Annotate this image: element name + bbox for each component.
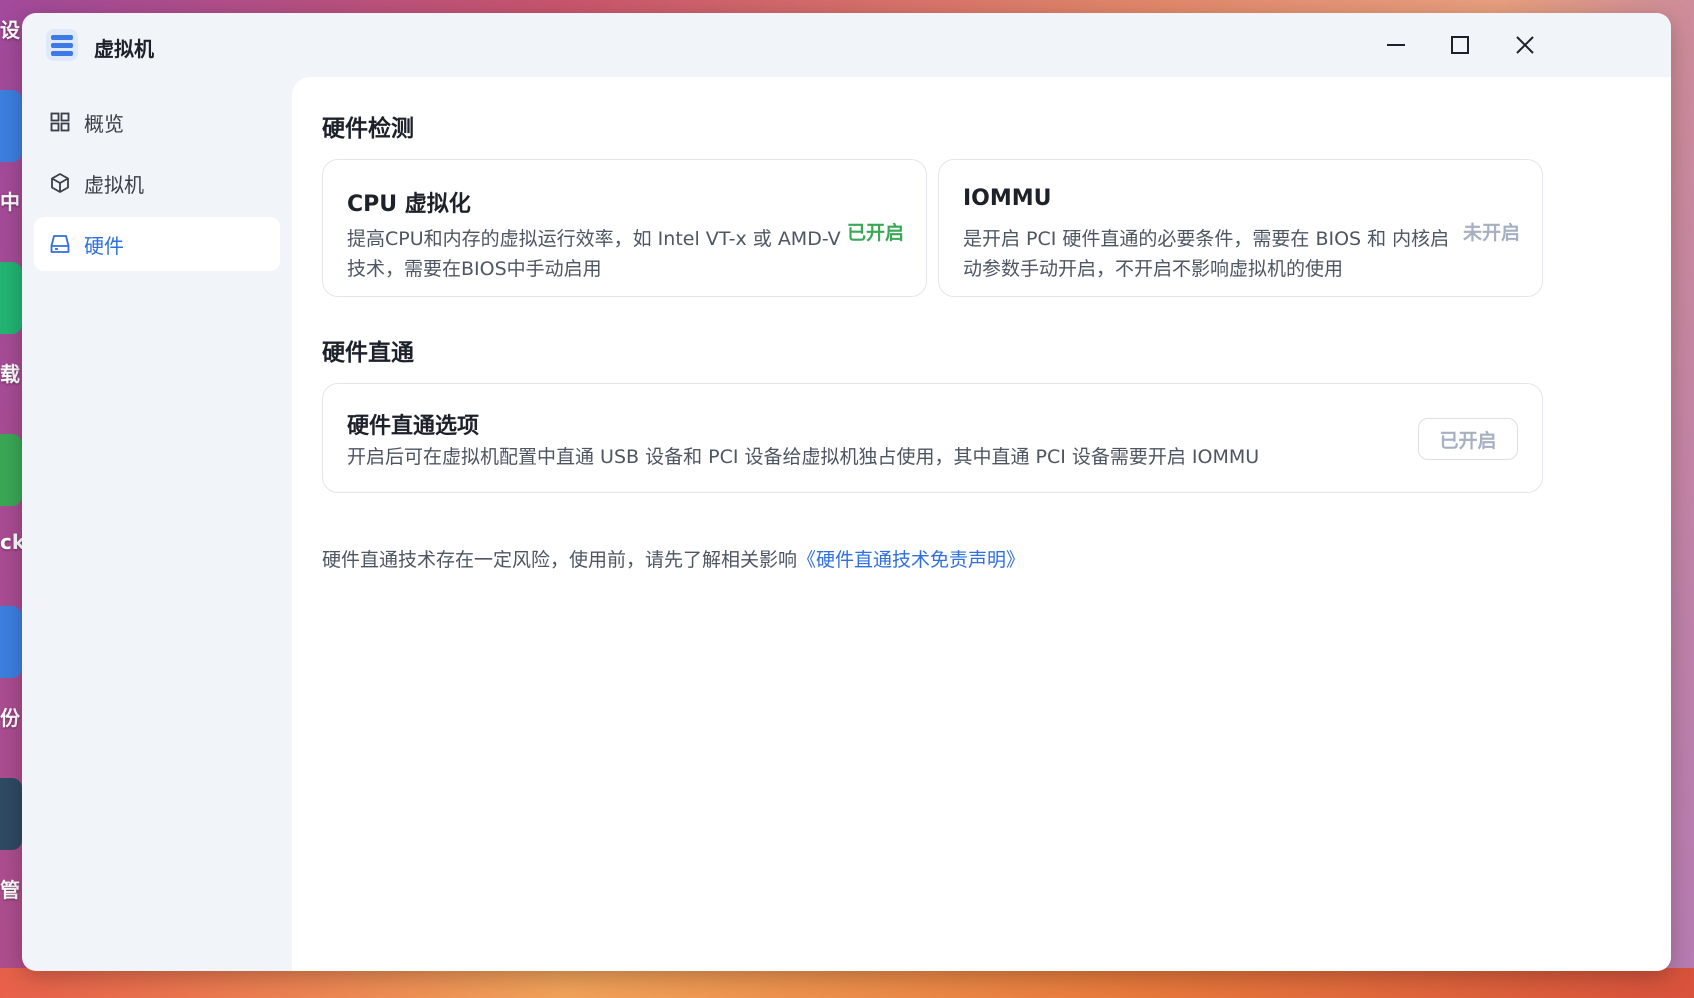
maximize-icon [1451, 36, 1469, 54]
sidebar-item-label: 硬件 [84, 233, 124, 258]
minimize-icon [1387, 44, 1405, 46]
close-button[interactable] [1505, 27, 1545, 63]
card-title: CPU 虚拟化 [347, 192, 471, 217]
card-title: 硬件直通选项 [347, 414, 480, 439]
card-description: 开启后可在虚拟机配置中直通 USB 设备和 PCI 设备给虚拟机独占使用，其中直… [347, 446, 1260, 468]
card-description: 是开启 PCI 硬件直通的必要条件，需要在 BIOS 和 内核启 动参数手动开启… [963, 224, 1449, 284]
desktop-label[interactable]: 份 [0, 702, 24, 731]
sidebar: 概览 虚拟机 硬件 [22, 77, 292, 971]
passthrough-toggle-button[interactable]: 已开启 [1418, 418, 1518, 460]
sidebar-item-label: 概览 [84, 111, 124, 136]
disclaimer-link[interactable]: 《硬件直通技术免责声明》 [797, 549, 1025, 571]
status-badge: 未开启 [1462, 222, 1520, 244]
card-description-line: 技术，需要在BIOS中手动启用 [347, 258, 602, 280]
passthrough-card: 硬件直通选项 开启后可在虚拟机配置中直通 USB 设备和 PCI 设备给虚拟机独… [322, 383, 1543, 493]
sidebar-item-label: 虚拟机 [84, 172, 144, 197]
desktop-label[interactable]: 中 [0, 186, 24, 215]
desktop-label[interactable]: 设 [0, 14, 24, 43]
cpu-virtualization-card: CPU 虚拟化 提高CPU和内存的虚拟运行效率，如 Intel VT-x 或 A… [322, 159, 927, 297]
maximize-button[interactable] [1440, 27, 1480, 63]
section-title-passthrough: 硬件直通 [322, 340, 414, 366]
desktop-app-icon[interactable] [0, 262, 22, 334]
card-description-line: 提高CPU和内存的虚拟运行效率，如 Intel VT-x 或 AMD-V [347, 228, 841, 250]
desktop-strip: 设 中 载 cke 份 管 [0, 0, 24, 998]
desktop-app-icon[interactable] [0, 778, 22, 850]
section-title-hardware-detection: 硬件检测 [322, 116, 414, 142]
window-title: 虚拟机 [94, 37, 154, 61]
cube-icon [48, 171, 72, 195]
sidebar-item-overview[interactable]: 概览 [34, 95, 280, 149]
desktop-label[interactable]: 管 [0, 874, 24, 903]
sidebar-item-hardware[interactable]: 硬件 [34, 217, 280, 271]
desktop-app-icon[interactable] [0, 90, 22, 162]
server-stack-icon [46, 29, 78, 61]
card-description-line: 是开启 PCI 硬件直通的必要条件，需要在 BIOS 和 内核启 [963, 228, 1450, 250]
sidebar-item-vm[interactable]: 虚拟机 [34, 156, 280, 210]
risk-note-text: 硬件直通技术存在一定风险，使用前，请先了解相关影响 [322, 549, 798, 571]
minimize-button[interactable] [1376, 27, 1416, 63]
card-title: IOMMU [963, 186, 1052, 211]
card-description: 提高CPU和内存的虚拟运行效率，如 Intel VT-x 或 AMD-V 技术，… [347, 224, 841, 284]
desktop-app-icon[interactable] [0, 434, 22, 506]
iommu-card: IOMMU 是开启 PCI 硬件直通的必要条件，需要在 BIOS 和 内核启 动… [938, 159, 1543, 297]
vm-window: 虚拟机 概览 虚拟机 硬件 硬件检测 CPU 虚拟化 提高CPU和内存的虚拟运行… [22, 13, 1671, 971]
close-icon [1516, 36, 1534, 54]
desktop-app-icon[interactable] [0, 606, 22, 678]
card-description-line: 动参数手动开启，不开启不影响虚拟机的使用 [963, 258, 1344, 280]
risk-note: 硬件直通技术存在一定风险，使用前，请先了解相关影响《硬件直通技术免责声明》 [322, 545, 1025, 572]
grid-icon [48, 110, 72, 134]
main-content: 硬件检测 CPU 虚拟化 提高CPU和内存的虚拟运行效率，如 Intel VT-… [292, 77, 1671, 971]
title-bar[interactable]: 虚拟机 [22, 13, 1671, 77]
status-badge: 已开启 [846, 222, 904, 244]
desktop-label[interactable]: 载 [0, 358, 24, 387]
desktop-label[interactable]: cke [0, 530, 24, 554]
drive-icon [48, 232, 72, 256]
desktop-bottom-band [0, 968, 1694, 998]
